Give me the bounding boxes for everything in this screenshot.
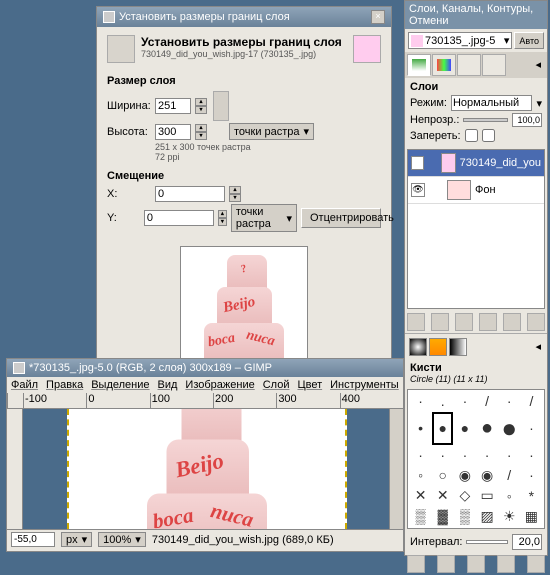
menu-view[interactable]: Вид (158, 379, 178, 391)
y-spinner[interactable]: ▴▾ (218, 210, 227, 226)
zoom-select[interactable]: 100%▾ (98, 532, 146, 547)
layer-thumb (447, 180, 471, 200)
ruler-vertical[interactable] (7, 409, 23, 529)
dialog-subheading: 730149_did_you_wish.jpg-17 (730135_.jpg) (141, 49, 342, 59)
opacity-label: Непрозр.: (410, 114, 459, 126)
scrollbar-v[interactable] (389, 409, 403, 529)
interval-label: Интервал: (410, 536, 462, 548)
dialog-title: Установить размеры границ слоя (119, 11, 290, 23)
dialog-heading: Установить размеры границ слоя (141, 35, 342, 49)
layer-thumb (441, 153, 456, 173)
y-label: Y: (107, 212, 140, 224)
lock-pixels[interactable] (465, 129, 478, 142)
resize-icon (107, 35, 135, 63)
width-input[interactable] (155, 98, 191, 114)
tab-undo[interactable] (482, 54, 506, 76)
menubar[interactable]: Файл Правка Выделение Вид Изображение Сл… (7, 377, 403, 393)
layer-name[interactable]: 730149_did_you (460, 157, 541, 169)
statusbar: -55,0 px▾ 100%▾ 730149_did_you_wish.jpg … (7, 529, 403, 549)
layer-thumbnail (353, 35, 381, 63)
auto-button[interactable]: Авто (514, 32, 544, 49)
mode-label: Режим: (410, 97, 447, 109)
image-selector[interactable]: 730135_.jpg-5▾ (408, 32, 512, 49)
opacity-slider[interactable] (463, 118, 508, 122)
dock-title[interactable]: Слои, Каналы, Контуры, Отмени (405, 1, 547, 29)
height-label: Высота: (107, 126, 151, 138)
anchor-layer-icon[interactable] (503, 313, 521, 331)
coord-field: -55,0 (11, 532, 55, 547)
mode-select[interactable]: Нормальный (451, 95, 532, 111)
delete-layer-icon[interactable] (527, 313, 545, 331)
brush-grid[interactable]: ·.·/·/ •●●●●· ······ ◦○◉◉/· ✕✕◇▭◦* ▒▓▒▨☀… (407, 389, 545, 529)
opacity-value[interactable]: 100,0 (512, 113, 542, 127)
image-titlebar[interactable]: *730135_.jpg-5.0 (RGB, 2 слоя) 300x189 –… (7, 359, 403, 377)
visibility-icon[interactable]: 👁 (411, 183, 425, 197)
tab-gradients[interactable] (449, 338, 467, 356)
menu-color[interactable]: Цвет (297, 379, 322, 391)
menu-layer[interactable]: Слой (263, 379, 290, 391)
x-spinner[interactable]: ▴▾ (229, 186, 241, 202)
image-window: *730135_.jpg-5.0 (RGB, 2 слоя) 300x189 –… (6, 358, 404, 552)
status-text: 730149_did_you_wish.jpg (689,0 КБ) (152, 534, 334, 546)
tab-menu-icon[interactable]: ◂ (533, 338, 543, 356)
size-section-label: Размер слоя (107, 75, 381, 87)
chevron-down-icon: ▾ (286, 212, 292, 225)
interval-value[interactable]: 20,0 (512, 534, 542, 550)
image-title: *730135_.jpg-5.0 (RGB, 2 слоя) 300x189 –… (29, 362, 272, 374)
tab-patterns[interactable] (429, 338, 447, 356)
new-layer-icon[interactable] (407, 313, 425, 331)
lock-alpha[interactable] (482, 129, 495, 142)
tab-layers[interactable] (407, 54, 431, 76)
width-label: Ширина: (107, 100, 151, 112)
tab-brushes[interactable] (409, 338, 427, 356)
menu-tools[interactable]: Инструменты (330, 379, 399, 391)
raise-layer-icon[interactable] (431, 313, 449, 331)
layer-name[interactable]: Фон (475, 184, 496, 196)
lock-label: Запереть: (410, 130, 461, 142)
dock-window: Слои, Каналы, Контуры, Отмени 730135_.jp… (404, 0, 548, 556)
ruler-horizontal[interactable]: -1000100200300400 (7, 393, 403, 409)
window-icon (103, 11, 115, 23)
link-icon[interactable] (213, 91, 229, 121)
offset-preview[interactable]: ? Beijo bocanuca (180, 246, 308, 374)
menu-image[interactable]: Изображение (185, 379, 254, 391)
layer-buttons (405, 311, 547, 333)
chevron-down-icon: ▾ (304, 125, 310, 138)
layer-item[interactable]: 👁 730149_did_you (408, 150, 544, 177)
offset-units-combo[interactable]: точки растра▾ (231, 204, 297, 232)
layer-list[interactable]: 👁 730149_did_you 👁 Фон (407, 149, 545, 309)
dialog-titlebar[interactable]: Установить размеры границ слоя × (97, 7, 391, 27)
tab-paths[interactable] (457, 54, 481, 76)
y-input[interactable] (144, 210, 214, 226)
layers-label: Слои (410, 81, 542, 93)
menu-select[interactable]: Выделение (91, 379, 149, 391)
menu-file[interactable]: Файл (11, 379, 38, 391)
units-combo[interactable]: точки растра▾ (229, 123, 314, 140)
swatch-tabs: ◂ (405, 333, 547, 360)
layer-item[interactable]: 👁 Фон (408, 177, 544, 204)
width-spinner[interactable]: ▴▾ (195, 98, 207, 114)
ppi-hint: 72 ppi (155, 152, 381, 162)
x-input[interactable] (155, 186, 225, 202)
height-spinner[interactable]: ▴▾ (195, 124, 207, 140)
visibility-icon[interactable]: 👁 (411, 156, 424, 170)
gimp-icon (13, 362, 25, 374)
height-input[interactable] (155, 124, 191, 140)
x-label: X: (107, 188, 151, 200)
menu-edit[interactable]: Правка (46, 379, 83, 391)
canvas[interactable]: Beijo bocanuca (7, 409, 403, 529)
close-icon[interactable]: × (371, 10, 385, 24)
duplicate-layer-icon[interactable] (479, 313, 497, 331)
pixel-hint: 251 x 300 точек растра (155, 142, 381, 152)
units-select[interactable]: px▾ (61, 532, 92, 547)
center-button[interactable]: Отцентрировать (301, 208, 381, 228)
brush-name: Circle (11) (11 x 11) (410, 374, 488, 384)
tab-channels[interactable] (432, 54, 456, 76)
brushes-label: Кисти (410, 362, 442, 374)
lower-layer-icon[interactable] (455, 313, 473, 331)
dock-tabs: ◂ (405, 52, 547, 78)
offset-section-label: Смещение (107, 170, 381, 182)
interval-slider[interactable] (466, 540, 508, 544)
tab-menu-icon[interactable]: ◂ (531, 54, 545, 76)
